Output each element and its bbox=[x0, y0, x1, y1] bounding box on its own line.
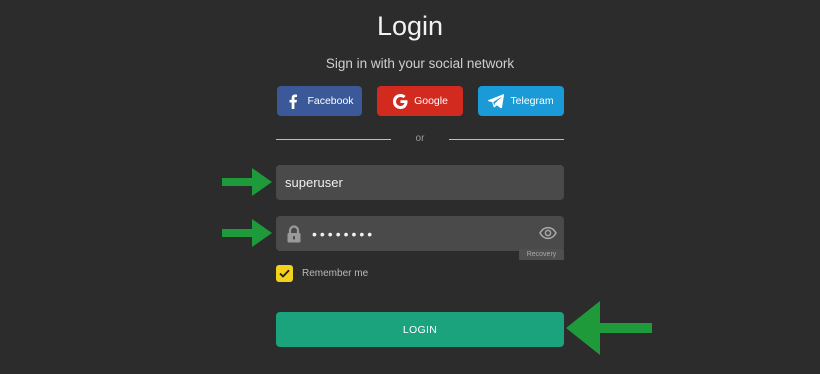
login-button[interactable]: LOGIN bbox=[276, 312, 564, 347]
telegram-button-label: Telegram bbox=[510, 95, 554, 107]
telegram-icon bbox=[488, 93, 505, 109]
lock-icon bbox=[286, 225, 302, 243]
google-button-label: Google bbox=[414, 95, 448, 107]
divider-or: or bbox=[415, 133, 425, 144]
password-input[interactable] bbox=[312, 216, 532, 251]
arrow-right-icon bbox=[222, 219, 272, 247]
login-screen: Login Sign in with your social network F… bbox=[0, 0, 820, 374]
facebook-button[interactable]: Facebook bbox=[277, 86, 362, 116]
google-icon bbox=[392, 93, 408, 109]
social-signin-subtitle: Sign in with your social network bbox=[325, 56, 515, 71]
remember-me-label: Remember me bbox=[302, 268, 369, 279]
arrow-left-icon bbox=[566, 301, 652, 355]
arrow-right-icon bbox=[222, 168, 272, 196]
divider-right bbox=[449, 139, 564, 140]
eye-icon[interactable] bbox=[539, 226, 557, 240]
password-field-container bbox=[276, 216, 564, 251]
login-button-label: LOGIN bbox=[402, 323, 438, 336]
remember-me-checkbox[interactable] bbox=[276, 265, 293, 282]
divider-left bbox=[276, 139, 391, 140]
telegram-button[interactable]: Telegram bbox=[478, 86, 564, 116]
google-button[interactable]: Google bbox=[377, 86, 463, 116]
username-field-container bbox=[276, 165, 564, 200]
facebook-button-label: Facebook bbox=[307, 95, 354, 107]
facebook-icon bbox=[285, 93, 301, 109]
username-input[interactable] bbox=[285, 165, 555, 200]
page-title: Login bbox=[376, 11, 444, 41]
checkmark-icon bbox=[279, 269, 290, 278]
recovery-link[interactable]: Recovery bbox=[519, 249, 564, 260]
